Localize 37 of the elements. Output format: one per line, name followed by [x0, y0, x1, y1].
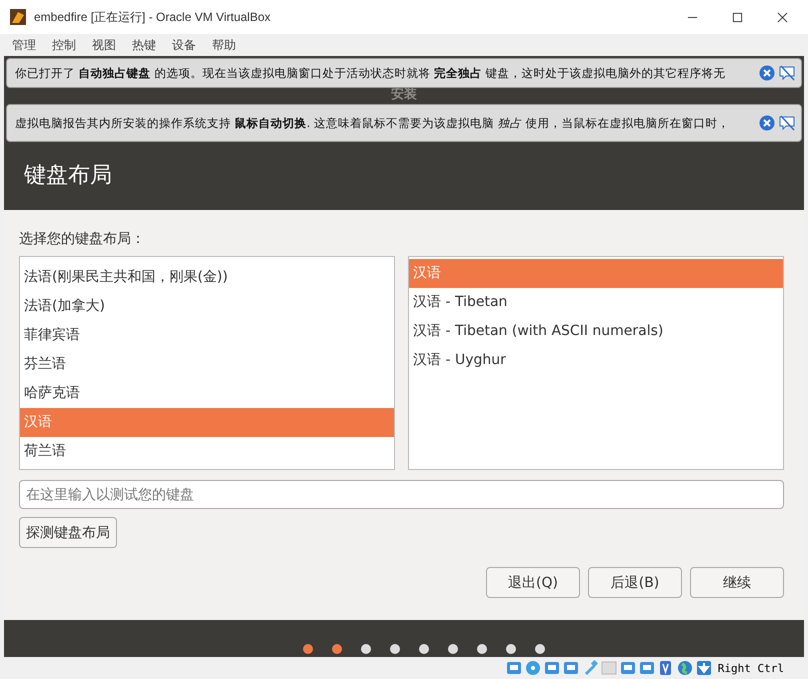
close-icon[interactable] [777, 12, 788, 22]
nav-button[interactable]: 继续 [690, 567, 784, 598]
cd-icon[interactable] [524, 660, 541, 676]
message-off-icon[interactable] [779, 65, 795, 81]
variant-item[interactable]: 汉语 - Tibetan (with ASCII numerals) [409, 317, 783, 346]
nav-button[interactable]: 后退(B) [588, 567, 682, 598]
layout-item[interactable]: 荷兰语 [20, 437, 394, 466]
message-off-icon[interactable] [779, 115, 795, 131]
page-heading: 键盘布局 [24, 162, 112, 190]
maximize-icon[interactable] [732, 12, 743, 22]
display-icon[interactable] [620, 660, 636, 676]
v-icon[interactable] [658, 660, 674, 676]
layout-item[interactable]: 法语(加拿大) [20, 292, 394, 321]
layout-item[interactable]: 芬兰语 [20, 350, 394, 379]
menu-item[interactable]: 帮助 [210, 36, 238, 54]
nav-button[interactable]: 退出(Q) [486, 567, 580, 598]
menu-item[interactable]: 控制 [50, 36, 78, 54]
menu-item[interactable]: 视图 [90, 36, 118, 54]
menu-item[interactable]: 热键 [130, 36, 158, 54]
layout-item[interactable]: 哈萨克语 [20, 379, 394, 408]
window-title: embedfire [正在运行] - Oracle VM VirtualBox [34, 8, 271, 26]
notification-text: 虚拟电脑报告其内所安装的操作系统支持 鼠标自动切换. 这意味着鼠标不需要为该虚拟电脑 独占 使用，当鼠标在虚拟电脑所在窗口时， [15, 116, 730, 130]
host-key-label: Right Ctrl [718, 662, 784, 674]
layout-item[interactable]: 法语(刚果民主共和国，刚果(金)) [20, 263, 394, 292]
installer-title: 安装 [391, 87, 417, 103]
variant-item[interactable]: 汉语 - Uyghur [409, 346, 783, 375]
test-input-field[interactable]: 在这里输入以测试您的键盘 [19, 480, 784, 509]
notification-text: 你已打开了 自动独占键盘 的选项。现在当该虚拟电脑窗口处于活动状态时就将 完全独占 键盘，这时处于该虚拟电脑外的其它程序将无 [15, 66, 727, 80]
prompt-label: 选择您的键盘布局： [19, 230, 145, 248]
app-icon [10, 9, 26, 25]
detect-button[interactable]: 探测键盘布局 [19, 517, 117, 548]
globe-icon[interactable] [676, 660, 693, 676]
variant-item[interactable]: 汉语 - Tibetan [409, 288, 783, 317]
down-icon[interactable] [696, 660, 712, 676]
layout-item[interactable]: 菲律宾语 [20, 321, 394, 350]
menu-item[interactable]: 管理 [10, 36, 38, 54]
menu-item[interactable]: 设备 [170, 36, 198, 54]
